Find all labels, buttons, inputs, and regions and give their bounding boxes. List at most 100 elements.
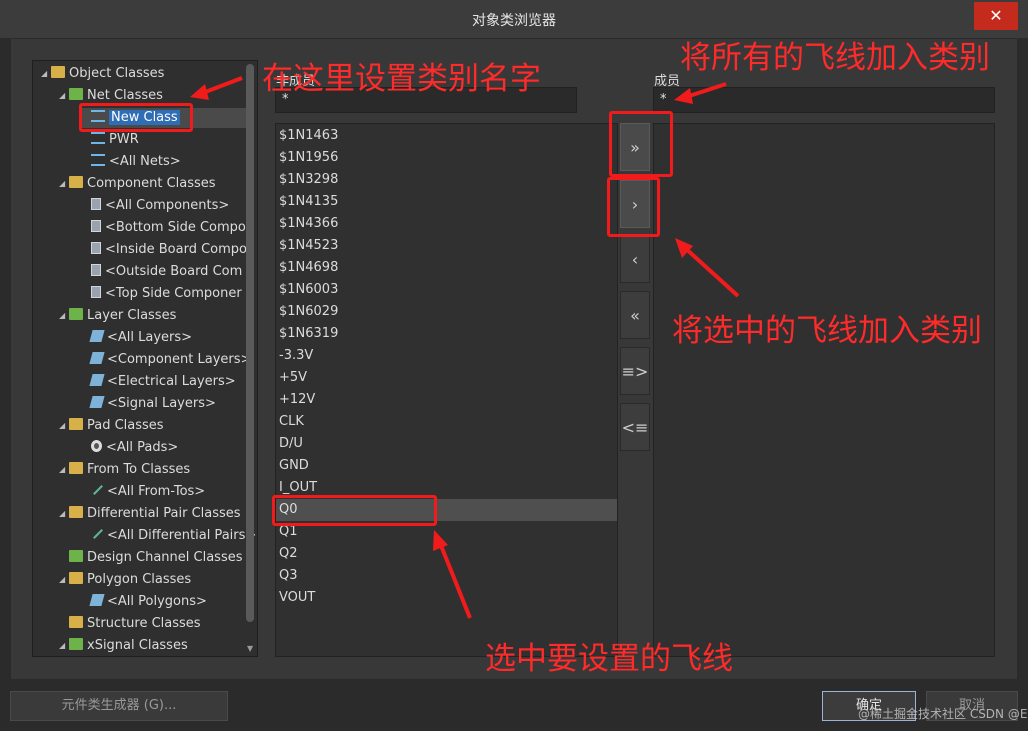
tree-item[interactable]: ◢ From To Classes xyxy=(59,460,190,480)
scroll-down-icon[interactable]: ▼ xyxy=(247,644,253,653)
tree-item[interactable]: <All Layers> xyxy=(89,328,193,348)
tree-item-label: xSignal Classes xyxy=(87,638,188,653)
tree-item-label: Layer Classes xyxy=(87,308,177,323)
pad-icon xyxy=(91,440,102,452)
tree-item[interactable]: <All Nets> xyxy=(91,152,181,172)
tree-item[interactable]: <All From-Tos> xyxy=(91,482,205,502)
list-item[interactable]: $1N6319 xyxy=(276,323,617,345)
tree-item-label: <All From-Tos> xyxy=(107,484,206,499)
tree-item-label: Net Classes xyxy=(87,88,163,103)
list-item[interactable]: $1N6003 xyxy=(276,279,617,301)
tree-item[interactable]: Design Channel Classes xyxy=(59,548,243,568)
list-item[interactable]: $1N1463 xyxy=(276,125,617,147)
annotation-add-all: 将所有的飞线加入类别 xyxy=(680,40,990,76)
tree-item-label: <Component Layers> xyxy=(107,352,252,367)
list-item[interactable]: -3.3V xyxy=(276,345,617,367)
expand-arrow-icon[interactable]: ◢ xyxy=(41,64,51,84)
expand-arrow-icon[interactable]: ◢ xyxy=(59,636,69,656)
layer-icon xyxy=(89,352,105,364)
list-item[interactable]: $1N4135 xyxy=(276,191,617,213)
annotation-box-add-selected xyxy=(607,177,660,237)
tree-item-label: Polygon Classes xyxy=(87,572,192,587)
component-icon xyxy=(91,198,101,210)
tree-scrollbar[interactable] xyxy=(246,64,254,622)
folder-icon xyxy=(69,572,83,584)
tree-item-label: Design Channel Classes xyxy=(87,550,243,565)
list-item[interactable]: $1N4523 xyxy=(276,235,617,257)
non-members-list[interactable]: $1N1463 $1N1956 $1N3298 $1N4135 $1N4366 $1N45… xyxy=(275,123,618,657)
tree-item[interactable]: ◢ Polygon Classes xyxy=(59,570,191,590)
folder-icon xyxy=(51,66,65,78)
annotation-set-name: 在这里设置类别名字 xyxy=(262,61,541,97)
list-item[interactable]: $1N4366 xyxy=(276,213,617,235)
tree-item-label: <All Layers> xyxy=(107,330,193,345)
list-item[interactable]: +12V xyxy=(276,389,617,411)
tree-item[interactable]: <All Components> xyxy=(91,196,229,216)
tree-item[interactable]: <Outside Board Com xyxy=(91,262,242,282)
list-item[interactable]: Q2 xyxy=(276,543,617,565)
list-item[interactable]: Q3 xyxy=(276,565,617,587)
folder-icon xyxy=(69,638,83,650)
list-item[interactable]: VOUT xyxy=(276,587,617,609)
tree-item-label: <All Components> xyxy=(105,198,230,213)
tree-item[interactable]: <Top Side Componer xyxy=(91,284,242,304)
tree-item-label: <Inside Board Compo xyxy=(105,242,247,257)
layer-icon xyxy=(89,330,105,342)
folder-icon xyxy=(69,88,83,100)
folder-icon xyxy=(69,308,83,320)
expand-arrow-icon[interactable]: ◢ xyxy=(59,504,69,524)
list-item[interactable]: $1N3298 xyxy=(276,169,617,191)
members-filter-input[interactable]: * xyxy=(653,87,995,113)
tree-item-label: <All Pads> xyxy=(106,440,179,455)
folder-icon xyxy=(69,616,83,628)
tree-item[interactable]: ◢ Differential Pair Classes xyxy=(59,504,241,524)
list-item[interactable]: +5V xyxy=(276,367,617,389)
tree-item[interactable]: <Bottom Side Compo xyxy=(91,218,246,238)
add-expression-button[interactable]: ≡> xyxy=(620,347,650,395)
members-list[interactable] xyxy=(653,123,995,657)
tree-item-label: <All Polygons> xyxy=(107,594,207,609)
tree-item[interactable]: ◢ Pad Classes xyxy=(59,416,164,436)
tree-item[interactable]: ◢ Layer Classes xyxy=(59,306,176,326)
tree-item[interactable]: <All Polygons> xyxy=(89,592,207,612)
layer-icon xyxy=(89,396,105,408)
tree-item-label: PWR xyxy=(109,132,139,147)
tree-item[interactable]: Structure Classes xyxy=(59,614,201,634)
close-button[interactable]: ✕ xyxy=(974,2,1018,30)
tree-item[interactable]: <Signal Layers> xyxy=(89,394,216,414)
class-tree[interactable]: ◢ Object Classes ◢ Net Classes New Class PWR… xyxy=(32,60,258,657)
expand-arrow-icon[interactable]: ◢ xyxy=(59,306,69,326)
class-generator-button[interactable]: 元件类生成器 (G)... xyxy=(10,691,228,721)
tree-item[interactable]: <Electrical Layers> xyxy=(89,372,236,392)
expand-arrow-icon[interactable]: ◢ xyxy=(59,174,69,194)
remove-all-button[interactable]: « xyxy=(620,291,650,339)
expand-arrow-icon[interactable]: ◢ xyxy=(59,86,69,106)
list-item[interactable]: $1N4698 xyxy=(276,257,617,279)
expand-arrow-icon[interactable]: ◢ xyxy=(59,460,69,480)
expand-arrow-icon[interactable]: ◢ xyxy=(59,570,69,590)
expand-arrow-icon[interactable]: ◢ xyxy=(59,416,69,436)
list-item[interactable]: $1N1956 xyxy=(276,147,617,169)
tree-item[interactable]: <Inside Board Compo xyxy=(91,240,247,260)
tree-item[interactable]: <All Differential Pairs> xyxy=(91,526,256,546)
list-item[interactable]: GND xyxy=(276,455,617,477)
net-icon xyxy=(91,154,105,166)
tree-item[interactable]: <Component Layers> xyxy=(89,350,252,370)
remove-expression-button[interactable]: <≡ xyxy=(620,403,650,451)
list-item[interactable]: $1N6029 xyxy=(276,301,617,323)
tree-item-label: <All Nets> xyxy=(109,154,181,169)
list-item[interactable]: CLK xyxy=(276,411,617,433)
tree-item-label: Pad Classes xyxy=(87,418,164,433)
tree-item-label: Component Classes xyxy=(87,176,216,191)
remove-selected-button[interactable]: ‹ xyxy=(620,235,650,283)
tree-item[interactable]: ◢ Component Classes xyxy=(59,174,216,194)
tree-root-label: Object Classes xyxy=(69,66,165,81)
tree-item-label: <Bottom Side Compo xyxy=(105,220,246,235)
tree-item[interactable]: <All Pads> xyxy=(91,438,178,458)
tree-item[interactable]: ◢ xSignal Classes xyxy=(59,636,188,656)
tree-item[interactable]: PWR xyxy=(91,130,139,150)
list-item[interactable]: D/U xyxy=(276,433,617,455)
tree-root[interactable]: ◢ Object Classes xyxy=(41,64,164,84)
component-icon xyxy=(91,264,101,276)
fromto-icon xyxy=(91,484,103,496)
